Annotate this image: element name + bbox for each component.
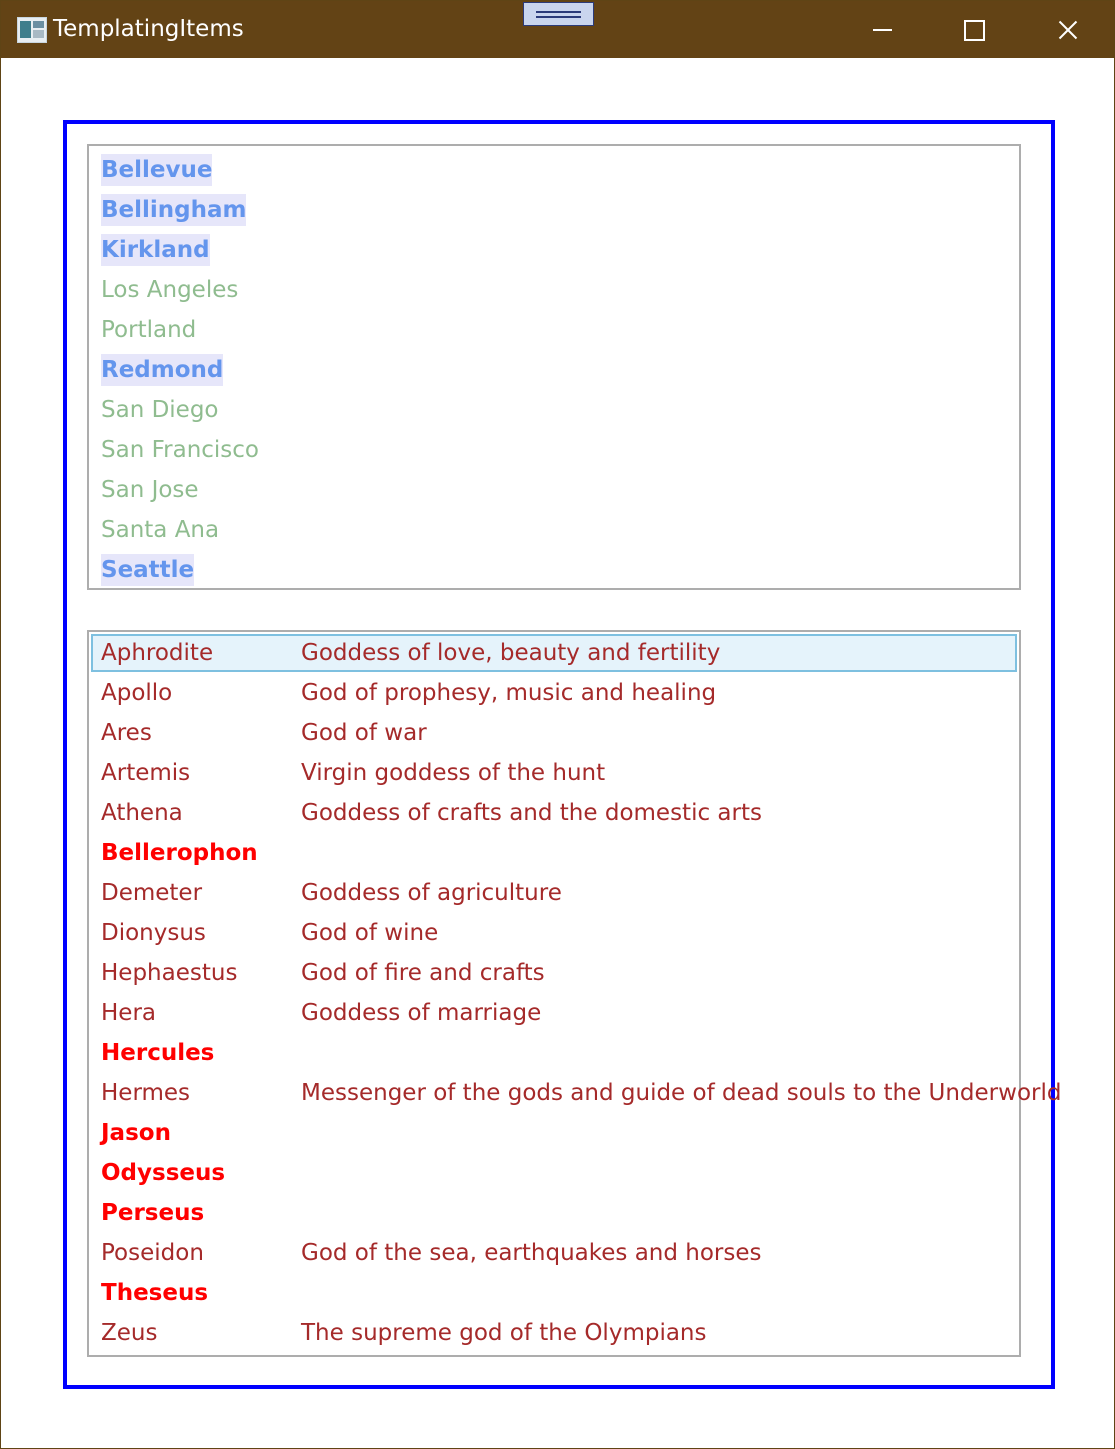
god-name: Dionysus bbox=[101, 920, 206, 946]
god-name: Hermes bbox=[101, 1080, 191, 1106]
title-bar[interactable]: TemplatingItems bbox=[1, 1, 1114, 58]
list-item[interactable]: Bellerophon bbox=[91, 834, 1015, 872]
city-item[interactable]: Santa Ana bbox=[101, 514, 219, 546]
list-item[interactable]: Apollo God of prophesy, music and healing bbox=[91, 674, 1015, 712]
app-window-icon bbox=[17, 17, 47, 43]
drag-handle-icon[interactable] bbox=[523, 2, 594, 26]
god-name: Perseus bbox=[101, 1200, 205, 1226]
list-item[interactable]: Theseus bbox=[91, 1274, 1015, 1312]
city-item[interactable]: Kirkland bbox=[101, 234, 210, 266]
god-description: Messenger of the gods and guide of dead … bbox=[301, 1080, 1062, 1106]
list-item[interactable]: Artemis Virgin goddess of the hunt bbox=[91, 754, 1015, 792]
list-item[interactable]: Ares God of war bbox=[91, 714, 1015, 752]
god-name: Odysseus bbox=[101, 1160, 226, 1186]
minimize-button[interactable] bbox=[837, 1, 929, 58]
god-name: Jason bbox=[101, 1120, 171, 1146]
maximize-icon bbox=[964, 20, 985, 41]
list-item[interactable]: Dionysus God of wine bbox=[91, 914, 1015, 952]
list-item[interactable]: Poseidon God of the sea, earthquakes and … bbox=[91, 1234, 1015, 1272]
list-item[interactable]: Hercules bbox=[91, 1034, 1015, 1072]
god-description: God of fire and crafts bbox=[301, 960, 545, 986]
god-listbox[interactable]: Aphrodite Goddess of love, beauty and fer… bbox=[87, 630, 1061, 1357]
city-listbox[interactable]: Bellevue Bellingham Kirkland Los Angeles Por… bbox=[87, 144, 1021, 590]
city-item[interactable]: Redmond bbox=[101, 354, 224, 386]
god-description: God of prophesy, music and healing bbox=[301, 680, 717, 706]
god-name: Poseidon bbox=[101, 1240, 204, 1266]
window-title: TemplatingItems bbox=[53, 16, 244, 42]
god-description: The supreme god of the Olympians bbox=[301, 1320, 707, 1346]
list-item[interactable]: Demeter Goddess of agriculture bbox=[91, 874, 1015, 912]
god-name: Aphrodite bbox=[101, 640, 214, 666]
god-name: Hera bbox=[101, 1000, 156, 1026]
city-item[interactable]: Portland bbox=[101, 314, 196, 346]
list-item[interactable]: Jason bbox=[91, 1114, 1015, 1152]
god-name: Hephaestus bbox=[101, 960, 238, 986]
god-description: God of wine bbox=[301, 920, 439, 946]
city-item[interactable]: San Diego bbox=[101, 394, 219, 426]
list-item[interactable]: Hera Goddess of marriage bbox=[91, 994, 1015, 1032]
list-item[interactable]: Odysseus bbox=[91, 1154, 1015, 1192]
maximize-button[interactable] bbox=[929, 1, 1021, 58]
minimize-icon bbox=[873, 29, 892, 31]
god-name: Ares bbox=[101, 720, 152, 746]
city-item[interactable]: Seattle bbox=[101, 554, 195, 586]
app-window: TemplatingItems Bellevue Bellingham Kirkla… bbox=[0, 0, 1115, 1449]
god-name: Zeus bbox=[101, 1320, 158, 1346]
god-name: Theseus bbox=[101, 1280, 209, 1306]
city-item[interactable]: San Francisco bbox=[101, 434, 259, 466]
god-name: Bellerophon bbox=[101, 840, 258, 866]
list-item[interactable]: Perseus bbox=[91, 1194, 1015, 1232]
god-description: Goddess of love, beauty and fertility bbox=[301, 640, 721, 666]
list-item[interactable]: Hermes Messenger of the gods and guide of… bbox=[91, 1074, 1061, 1112]
city-item[interactable]: Los Angeles bbox=[101, 274, 238, 306]
list-item[interactable]: Zeus The supreme god of the Olympians bbox=[91, 1314, 1015, 1352]
god-name: Artemis bbox=[101, 760, 191, 786]
god-name: Apollo bbox=[101, 680, 173, 706]
god-description: Goddess of marriage bbox=[301, 1000, 542, 1026]
god-name: Hercules bbox=[101, 1040, 215, 1066]
city-item[interactable]: San Jose bbox=[101, 474, 199, 506]
list-item[interactable]: Athena Goddess of crafts and the domestic… bbox=[91, 794, 1015, 832]
god-name: Demeter bbox=[101, 880, 203, 906]
god-description: Virgin goddess of the hunt bbox=[301, 760, 606, 786]
list-item[interactable]: Aphrodite Goddess of love, beauty and fer… bbox=[91, 634, 1017, 672]
god-name: Athena bbox=[101, 800, 183, 826]
close-button[interactable] bbox=[1021, 1, 1113, 58]
god-description: Goddess of crafts and the domestic arts bbox=[301, 800, 762, 826]
god-description: Goddess of agriculture bbox=[301, 880, 562, 906]
city-item[interactable]: Bellingham bbox=[101, 194, 247, 226]
god-description: God of war bbox=[301, 720, 427, 746]
city-item[interactable]: Bellevue bbox=[101, 154, 213, 186]
god-description: God of the sea, earthquakes and horses bbox=[301, 1240, 762, 1266]
list-item[interactable]: Hephaestus God of fire and crafts bbox=[91, 954, 1015, 992]
